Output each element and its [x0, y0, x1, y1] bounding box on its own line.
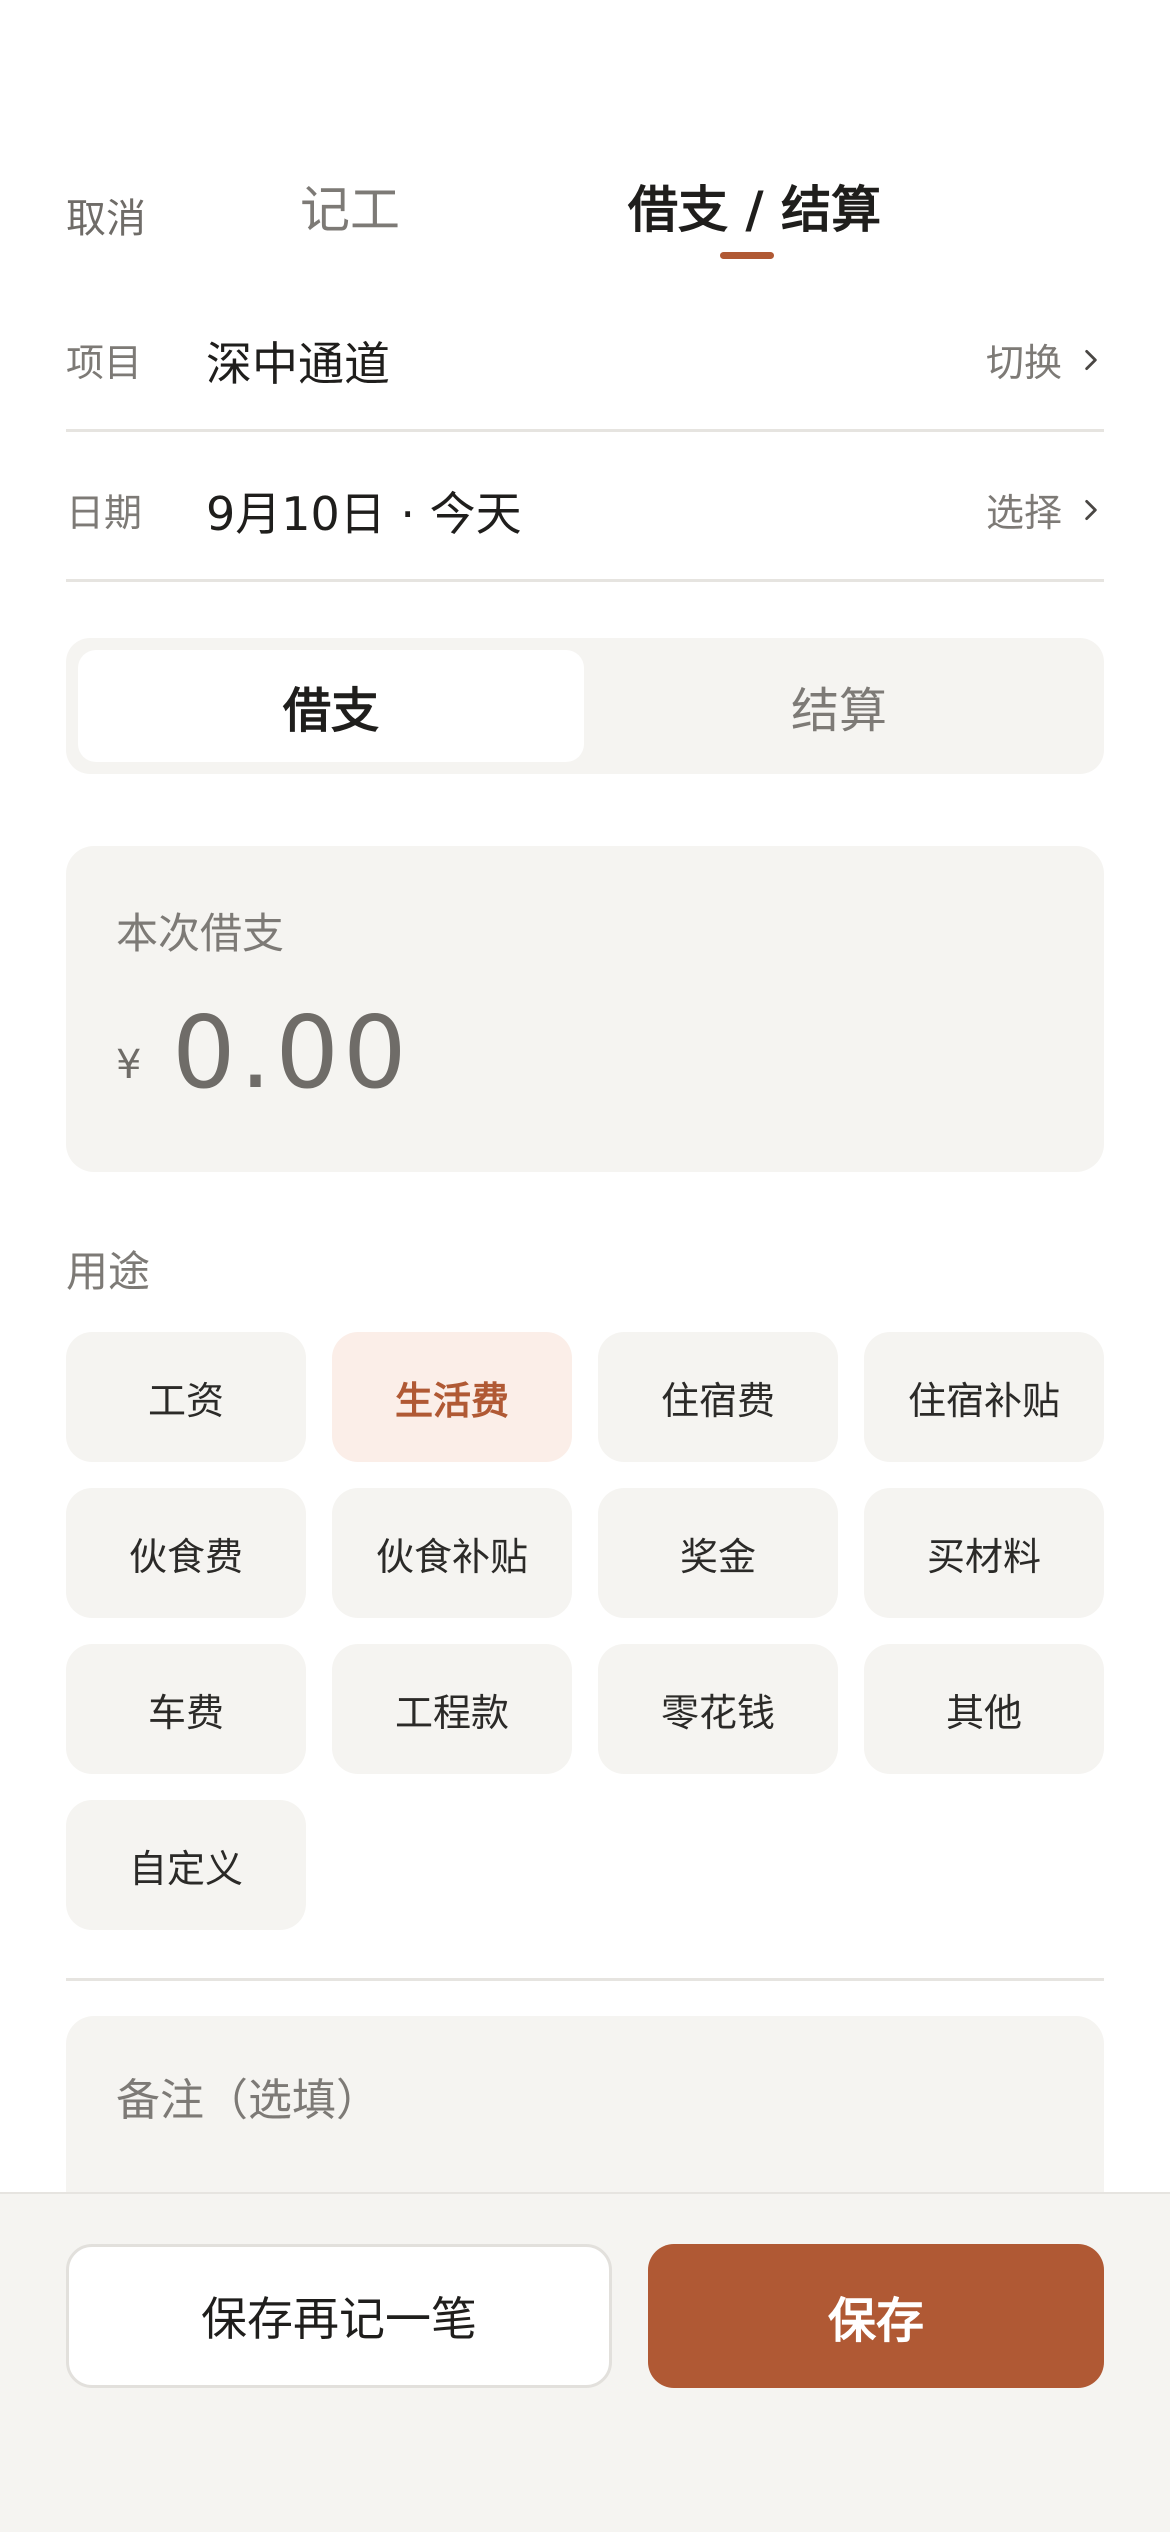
borrow-settlement-screen: 取消 记工 借支 / 结算 项目 深中通道 切换 日期 9月10日 · 今天 选… — [0, 0, 1170, 2532]
purpose-chip-lodging-allowance[interactable]: 住宿补贴 — [864, 1332, 1104, 1462]
cancel-button[interactable]: 取消 — [66, 186, 146, 244]
active-tab-indicator — [720, 252, 774, 259]
save-button[interactable]: 保存 — [648, 2244, 1104, 2388]
segment-settlement[interactable]: 结算 — [586, 650, 1092, 762]
amount-input-card[interactable]: 本次借支 ¥ 0.00 — [66, 846, 1104, 1172]
purpose-chip-meal-allowance[interactable]: 伙食补贴 — [332, 1488, 572, 1618]
project-value: 深中通道 — [206, 337, 390, 391]
project-label: 项目 — [66, 341, 143, 385]
save-and-add-another-button[interactable]: 保存再记一笔 — [66, 2244, 612, 2388]
amount-value[interactable]: 0.00 — [172, 994, 411, 1111]
purpose-chip-grid: 工资 生活费 住宿费 住宿补贴 伙食费 伙食补贴 奖金 买材料 车费 工程款 零… — [66, 1332, 1104, 1930]
date-row[interactable]: 日期 9月10日 · 今天 选择 — [66, 434, 1104, 582]
purpose-chip-transport[interactable]: 车费 — [66, 1644, 306, 1774]
bottom-action-bar: 保存再记一笔 保存 — [0, 2192, 1170, 2532]
currency-symbol: ¥ — [116, 1042, 142, 1088]
tab-work-record[interactable]: 记工 — [300, 170, 400, 242]
date-label: 日期 — [66, 491, 143, 535]
purpose-chip-bonus[interactable]: 奖金 — [598, 1488, 838, 1618]
purpose-chip-other[interactable]: 其他 — [864, 1644, 1104, 1774]
chevron-right-icon — [1085, 499, 1097, 520]
switch-project-button[interactable]: 切换 — [986, 332, 1104, 387]
amount-label: 本次借支 — [116, 909, 285, 958]
purpose-title: 用途 — [66, 1247, 151, 1296]
purpose-chip-custom[interactable]: 自定义 — [66, 1800, 306, 1930]
purpose-chip-lodging[interactable]: 住宿费 — [598, 1332, 838, 1462]
switch-label: 切换 — [985, 341, 1062, 385]
purpose-chip-materials[interactable]: 买材料 — [864, 1488, 1104, 1618]
purpose-chip-pocket-money[interactable]: 零花钱 — [598, 1644, 838, 1774]
purpose-chip-project-payment[interactable]: 工程款 — [332, 1644, 572, 1774]
date-value: 9月10日 · 今天 — [206, 487, 522, 541]
select-date-button[interactable]: 选择 — [986, 482, 1104, 537]
purpose-chip-meals[interactable]: 伙食费 — [66, 1488, 306, 1618]
purpose-chip-wage[interactable]: 工资 — [66, 1332, 306, 1462]
select-label: 选择 — [985, 491, 1062, 535]
project-row[interactable]: 项目 深中通道 切换 — [66, 284, 1104, 432]
purpose-chip-living-expense[interactable]: 生活费 — [332, 1332, 572, 1462]
chevron-right-icon — [1085, 349, 1097, 370]
segment-borrow[interactable]: 借支 — [78, 650, 584, 762]
type-segmented-control: 借支 结算 — [66, 638, 1104, 774]
tab-borrow-settlement[interactable]: 借支 / 结算 — [628, 170, 881, 242]
note-placeholder: 备注（选填） — [116, 2075, 380, 2126]
section-divider — [66, 1978, 1104, 1981]
